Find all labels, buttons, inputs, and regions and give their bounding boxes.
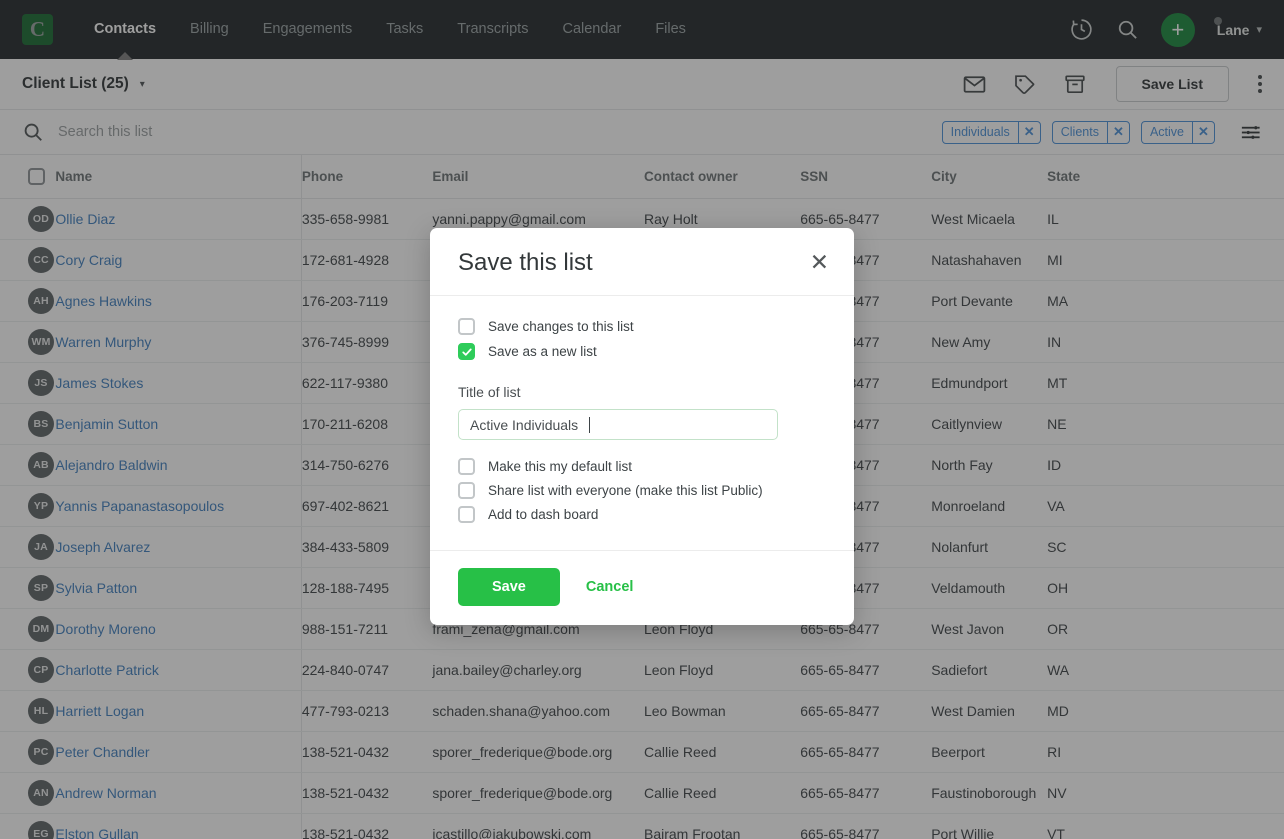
option-label: Save changes to this list <box>488 319 634 334</box>
checkbox-unchecked-icon[interactable] <box>458 506 475 523</box>
option-label: Add to dash board <box>488 507 599 522</box>
title-of-list-label: Title of list <box>458 384 521 400</box>
cancel-button[interactable]: Cancel <box>586 579 634 595</box>
app-root: C Contacts Billing Engagements Tasks Tra… <box>0 0 1284 839</box>
option-save-changes[interactable]: Save changes to this list <box>458 318 826 335</box>
save-button[interactable]: Save <box>458 568 560 606</box>
option-label: Share list with everyone (make this list… <box>488 483 763 498</box>
modal-header: Save this list ✕ <box>430 228 854 296</box>
option-share-public[interactable]: Share list with everyone (make this list… <box>458 482 826 499</box>
modal-body: Save changes to this list Save as a new … <box>430 296 854 550</box>
option-label: Make this my default list <box>488 459 633 474</box>
checkbox-unchecked-icon[interactable] <box>458 482 475 499</box>
option-save-as-new[interactable]: Save as a new list <box>458 343 826 360</box>
text-cursor <box>589 416 591 433</box>
modal-footer: Save Cancel <box>430 550 854 625</box>
modal-title: Save this list <box>458 249 593 276</box>
option-label: Save as a new list <box>488 344 597 359</box>
list-title-input[interactable]: Active Individuals <box>458 409 778 440</box>
checkbox-checked-icon[interactable] <box>458 343 475 360</box>
checkbox-unchecked-icon[interactable] <box>458 318 475 335</box>
checkbox-unchecked-icon[interactable] <box>458 458 475 475</box>
option-add-to-dashboard[interactable]: Add to dash board <box>458 506 826 523</box>
option-default-list[interactable]: Make this my default list <box>458 458 826 475</box>
list-title-value: Active Individuals <box>470 416 579 433</box>
save-list-modal: Save this list ✕ Save changes to this li… <box>430 228 854 625</box>
additional-options: Make this my default list Share list wit… <box>458 458 826 523</box>
close-icon[interactable]: ✕ <box>810 251 829 274</box>
